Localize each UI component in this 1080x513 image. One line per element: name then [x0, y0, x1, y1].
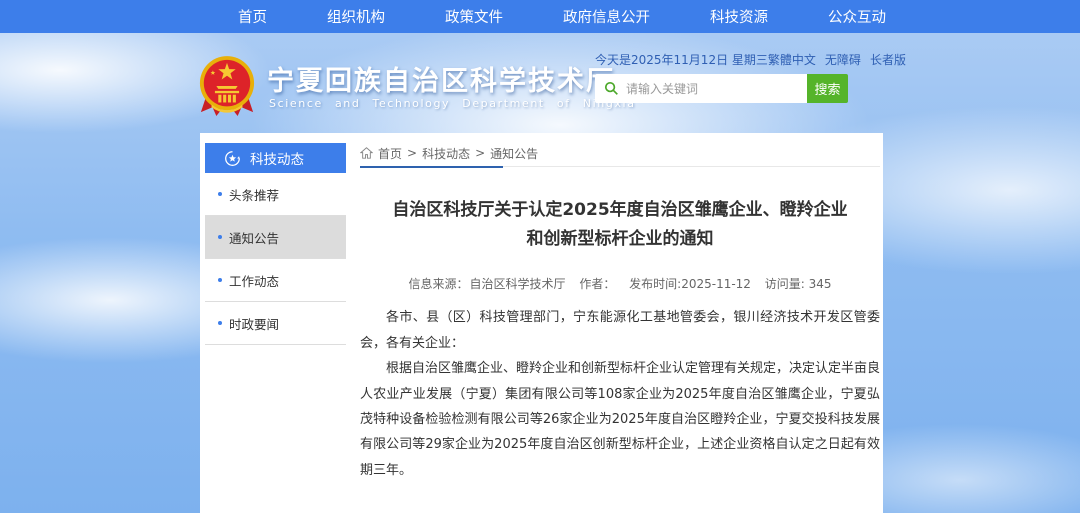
nav-item-gov-info[interactable]: 政府信息公开	[563, 6, 650, 27]
sidebar-item-headlines[interactable]: 头条推荐	[205, 173, 346, 216]
site-title: 宁夏回族自治区科学技术厅	[267, 59, 615, 98]
page: 首页 组织机构 政策文件 政府信息公开 科技资源 公众互动 宁夏回族自治区科学技…	[0, 0, 1080, 513]
top-navbar: 首页 组织机构 政策文件 政府信息公开 科技资源 公众互动	[0, 0, 1080, 33]
circled-star-icon	[224, 150, 241, 167]
article-meta: 信息来源：自治区科学技术厅 作者： 发布时间:2025-11-12 访问量: 3…	[360, 275, 880, 292]
article-body: 各市、县（区）科技管理部门，宁东能源化工基地管委会，银川经济技术开发区管委会，各…	[360, 305, 880, 482]
search-input[interactable]	[626, 82, 786, 96]
national-emblem-logo	[198, 54, 256, 120]
home-icon	[360, 147, 373, 159]
bullet-icon	[218, 278, 222, 282]
content-panel: 科技动态 头条推荐 通知公告 工作动态 时政要闻	[200, 133, 883, 513]
sidebar-item-label: 头条推荐	[229, 185, 279, 204]
sidebar-item-label: 通知公告	[229, 228, 279, 247]
meta-source: 自治区科学技术厅	[469, 277, 565, 291]
sidebar: 科技动态 头条推荐 通知公告 工作动态 时政要闻	[205, 143, 346, 345]
bullet-icon	[218, 192, 222, 196]
article-title: 自治区科技厅关于认定2025年度自治区雏鹰企业、瞪羚企业 和创新型标杆企业的通知	[360, 196, 880, 254]
breadcrumb-separator: >	[475, 146, 485, 160]
breadcrumb: 首页 > 科技动态 > 通知公告	[360, 140, 880, 167]
search-button[interactable]: 搜索	[807, 74, 848, 103]
article-title-line1: 自治区科技厅关于认定2025年度自治区雏鹰企业、瞪羚企业	[360, 196, 880, 225]
nav-item-interaction[interactable]: 公众互动	[828, 6, 886, 27]
bullet-icon	[218, 321, 222, 325]
today-date: 今天是2025年11月12日 星期三	[595, 51, 768, 68]
search-icon	[604, 81, 619, 96]
meta-author-label: 作者：	[579, 277, 615, 291]
site-subtitle: Science and Technology Department of Nin…	[269, 97, 636, 110]
sidebar-item-label: 工作动态	[229, 271, 279, 290]
article-title-line2: 和创新型标杆企业的通知	[360, 225, 880, 254]
sidebar-item-label: 时政要闻	[229, 314, 279, 333]
sidebar-item-work-news[interactable]: 工作动态	[205, 259, 346, 302]
meta-publish-time: 发布时间:2025-11-12	[629, 277, 751, 291]
meta-views: 访问量: 345	[765, 277, 832, 291]
nav-item-home[interactable]: 首页	[238, 6, 267, 27]
topbar-right: 今天是2025年11月12日 星期三 繁體中文 无障碍 长者版	[595, 51, 877, 68]
breadcrumb-section[interactable]: 科技动态	[422, 145, 470, 162]
link-elder-version[interactable]: 长者版	[870, 51, 906, 68]
sidebar-item-notices[interactable]: 通知公告	[205, 216, 346, 259]
nav-item-organization[interactable]: 组织机构	[327, 6, 385, 27]
search-bar: 搜索	[595, 74, 848, 103]
bullet-icon	[218, 235, 222, 239]
link-traditional-chinese[interactable]: 繁體中文	[768, 51, 816, 68]
paragraph: 根据自治区雏鹰企业、瞪羚企业和创新型标杆企业认定管理有关规定，决定认定半亩良人农…	[360, 356, 880, 483]
sidebar-item-politics[interactable]: 时政要闻	[205, 302, 346, 345]
article-area: 首页 > 科技动态 > 通知公告 自治区科技厅关于认定2025年度自治区雏鹰企业…	[360, 140, 880, 513]
paragraph: 各市、县（区）科技管理部门，宁东能源化工基地管委会，银川经济技术开发区管委会，各…	[360, 305, 880, 356]
breadcrumb-separator: >	[407, 146, 417, 160]
sidebar-title: 科技动态	[250, 148, 304, 168]
nav-item-policy[interactable]: 政策文件	[445, 6, 503, 27]
breadcrumb-current[interactable]: 通知公告	[490, 145, 538, 162]
meta-source-label: 信息来源：	[408, 277, 468, 291]
sidebar-header: 科技动态	[205, 143, 346, 173]
breadcrumb-home[interactable]: 首页	[378, 145, 402, 162]
link-accessibility[interactable]: 无障碍	[825, 51, 861, 68]
nav-item-resources[interactable]: 科技资源	[710, 6, 768, 27]
